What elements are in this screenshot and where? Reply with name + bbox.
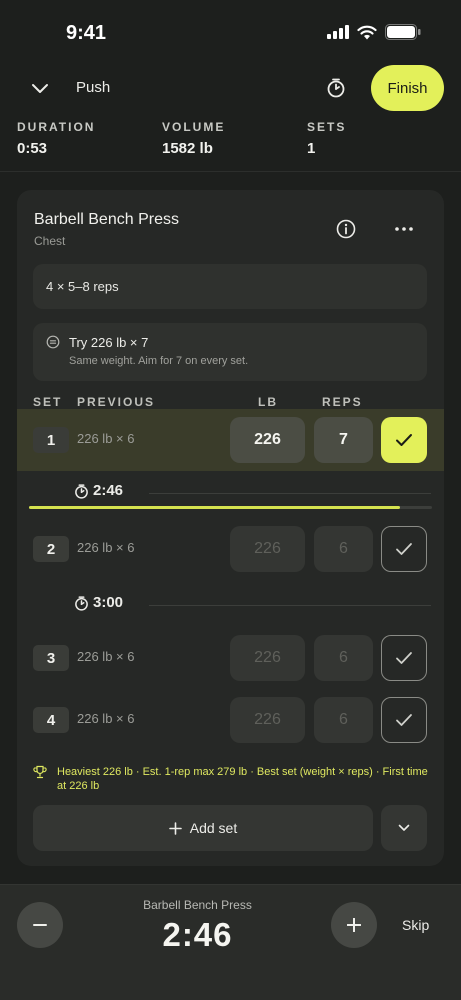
rest-progress-track (29, 506, 432, 509)
rep-target-text: 4 × 5–8 reps (46, 279, 119, 294)
info-icon (336, 219, 356, 239)
expand-options-button[interactable] (381, 805, 427, 851)
set-row: 2 226 lb × 6 226 6 (17, 518, 444, 580)
increase-rest-button[interactable] (331, 902, 377, 948)
more-icon (395, 227, 413, 231)
pr-text: Heaviest 226 lb · Est. 1-rep max 279 lb … (57, 766, 428, 792)
chevron-down-icon (32, 84, 48, 93)
rest-progress-fill (29, 506, 400, 509)
weight-input[interactable]: 226 (230, 697, 305, 743)
stat-volume: VOLUME 1582 lb (162, 120, 225, 157)
stat-label: DURATION (17, 120, 96, 134)
plus-icon (168, 821, 182, 835)
rest-divider (149, 605, 431, 606)
stat-value: 1 (307, 140, 316, 157)
weight-input[interactable]: 226 (230, 526, 305, 572)
trophy-icon (33, 765, 47, 779)
wifi-icon (357, 25, 377, 39)
exercise-more-button[interactable] (393, 218, 415, 240)
set-previous[interactable]: 226 lb × 6 (77, 711, 134, 726)
rest-timer[interactable]: 3:00 (17, 594, 444, 624)
stat-label: VOLUME (162, 120, 226, 134)
column-reps: REPS (322, 395, 363, 409)
stopwatch-icon (75, 484, 88, 499)
column-weight: LB (258, 395, 278, 409)
exercise-name: Barbell Bench Press (34, 211, 179, 228)
set-number[interactable]: 2 (33, 536, 69, 562)
exercise-info-button[interactable] (335, 218, 357, 240)
weight-input[interactable]: 226 (230, 635, 305, 681)
check-icon (396, 652, 412, 664)
rest-timer-active[interactable]: 2:46 (17, 482, 444, 512)
status-bar: 9:41 (0, 0, 461, 64)
weight-input[interactable]: 226 (230, 417, 305, 463)
complete-set-button[interactable] (381, 526, 427, 572)
exercise-card: Barbell Bench Press Chest 4 × 5–8 reps T… (17, 190, 444, 866)
reps-input[interactable]: 6 (314, 526, 373, 572)
set-previous[interactable]: 226 lb × 6 (77, 649, 134, 664)
add-set-label: Add set (189, 820, 238, 836)
exercise-muscle: Chest (34, 234, 66, 248)
set-row: 1 226 lb × 6 226 7 (17, 409, 444, 471)
stopwatch-icon (327, 78, 345, 98)
rest-timer-bar: Barbell Bench Press 2:46 Skip (0, 884, 461, 1000)
rest-time: 2:46 (93, 482, 124, 499)
collapse-button[interactable] (26, 74, 54, 102)
tip-title: Try 226 lb × 7 (69, 335, 149, 350)
reps-input[interactable]: 6 (314, 697, 373, 743)
complete-set-button[interactable] (381, 417, 427, 463)
set-previous[interactable]: 226 lb × 6 (77, 540, 134, 555)
add-set-button[interactable]: Add set (33, 805, 373, 851)
rest-time: 3:00 (93, 594, 124, 611)
workout-name: Push (76, 79, 111, 96)
set-row: 3 226 lb × 6 226 6 (17, 627, 444, 689)
skip-rest-button[interactable]: Skip (402, 917, 429, 933)
workout-stats: DURATION 0:53 VOLUME 1582 lb SETS 1 (0, 120, 461, 170)
stopwatch-icon (75, 596, 88, 611)
workout-header: Push Finish (0, 64, 461, 112)
complete-set-button[interactable] (381, 635, 427, 681)
column-set: SET (33, 395, 63, 409)
status-time: 9:41 (66, 22, 107, 44)
tip-subtitle: Same weight. Aim for 7 on every set. (69, 355, 249, 367)
divider (0, 171, 461, 172)
stat-sets: SETS 1 (307, 120, 346, 157)
set-number[interactable]: 3 (33, 645, 69, 671)
finish-button[interactable]: Finish (371, 65, 444, 111)
battery-icon (385, 24, 421, 40)
stat-value: 1582 lb (162, 140, 213, 157)
check-icon (396, 714, 412, 726)
stat-duration: DURATION 0:53 (17, 120, 95, 157)
tip-icon (46, 335, 60, 349)
set-row: 4 226 lb × 6 226 6 (17, 689, 444, 751)
set-previous[interactable]: 226 lb × 6 (77, 431, 134, 446)
rep-target: 4 × 5–8 reps (33, 264, 427, 309)
stat-label: SETS (307, 120, 347, 134)
progression-tip: Try 226 lb × 7 Same weight. Aim for 7 on… (33, 323, 427, 381)
rest-divider (149, 493, 431, 494)
check-icon (396, 434, 412, 446)
workout-screen: 9:41 Push Finish DURATION 0:53 VOLUME 15… (0, 0, 461, 1000)
personal-record-note: Heaviest 226 lb · Est. 1-rep max 279 lb … (33, 765, 428, 793)
complete-set-button[interactable] (381, 697, 427, 743)
rest-timer-button[interactable] (322, 74, 350, 102)
status-icons (327, 24, 421, 40)
chevron-down-icon (398, 824, 410, 831)
set-number[interactable]: 1 (33, 427, 69, 453)
reps-input[interactable]: 7 (314, 417, 373, 463)
set-number[interactable]: 4 (33, 707, 69, 733)
check-icon (396, 543, 412, 555)
column-previous: PREVIOUS (77, 395, 156, 409)
stat-value: 0:53 (17, 140, 48, 157)
plus-icon (347, 918, 361, 932)
reps-input[interactable]: 6 (314, 635, 373, 681)
signal-icon (327, 25, 349, 39)
